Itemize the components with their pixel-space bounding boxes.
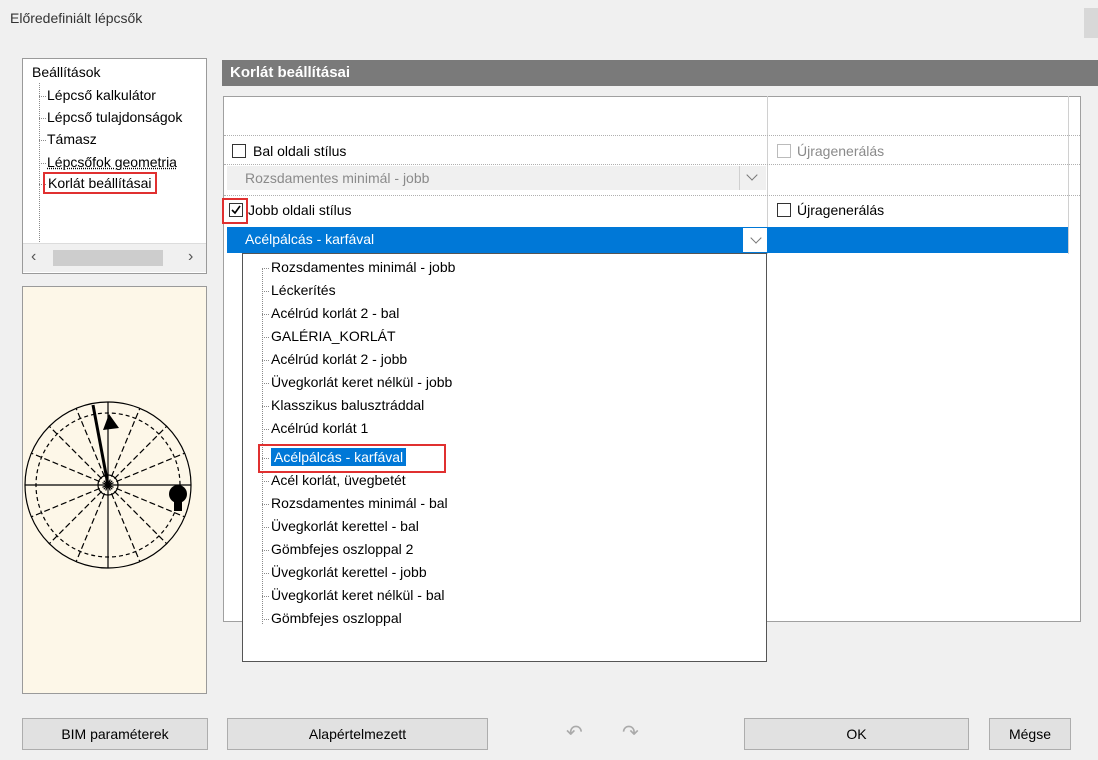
window-title: Előredefiniált lépcsők (10, 10, 143, 26)
dropdown-option[interactable]: Acélrúd korlát 1 (262, 420, 368, 443)
tree-item-railing-settings[interactable]: Korlát beállításai (39, 172, 157, 195)
scroll-left-icon[interactable]: ‹ (31, 248, 36, 266)
column-separator-right (1068, 96, 1069, 254)
option-label: Léckerítés (271, 282, 336, 298)
section-header: Korlát beállításai (222, 60, 1098, 86)
dropdown-option[interactable]: GALÉRIA_KORLÁT (262, 328, 396, 351)
dropdown-option[interactable]: Acélrúd korlát 2 - bal (262, 305, 399, 328)
dropdown-option[interactable]: Acél korlát, üvegbetét (262, 472, 406, 495)
tree-item-stair-properties[interactable]: Lépcső tulajdonságok (39, 109, 182, 129)
option-label: Rozsdamentes minimál - jobb (271, 259, 456, 275)
header-separator (224, 135, 1080, 136)
row-separator (224, 195, 1080, 196)
tree-item-label: Lépcső kalkulátor (47, 87, 156, 103)
redo-icon[interactable]: ↷ (622, 720, 639, 745)
left-regen-label: Újragenerálás (797, 143, 885, 159)
chevron-down-icon (746, 169, 758, 181)
dropdown-option[interactable]: Léckerítés (262, 282, 336, 305)
tree-item-stair-calculator[interactable]: Lépcső kalkulátor (39, 87, 156, 107)
option-label: Acélrúd korlát 2 - bal (271, 305, 400, 321)
tree-horizontal-scrollbar[interactable]: ‹ › (23, 243, 206, 272)
left-regen-checkbox[interactable] (777, 144, 791, 158)
undo-icon[interactable]: ↶ (566, 720, 583, 745)
left-style-combo[interactable]: Rozsdamentes minimál - jobb (227, 166, 766, 190)
dropdown-option-selected[interactable]: Acélpálcás - karfával (262, 448, 407, 472)
left-combo-button[interactable] (739, 166, 766, 190)
tree-item-step-geometry[interactable]: Lépcsőfok geometria (39, 154, 177, 174)
dropdown-option[interactable]: Üvegkorlát kerettel - jobb (262, 564, 427, 587)
option-label: Rozsdamentes minimál - bal (271, 495, 448, 511)
dropdown-option[interactable]: Klasszikus balusztráddal (262, 397, 424, 420)
option-label: Gömbfejes oszloppal (271, 610, 402, 626)
right-style-value: Acélpálcás - karfával (245, 231, 375, 247)
option-label: Üvegkorlát kerettel - jobb (271, 564, 427, 580)
cancel-button[interactable]: Mégse (989, 718, 1071, 750)
title-bar-edge (1084, 8, 1098, 38)
dropdown-option[interactable]: Üvegkorlát keret nélkül - jobb (262, 374, 452, 397)
left-style-checkbox[interactable] (232, 144, 246, 158)
scroll-thumb[interactable] (53, 250, 163, 266)
left-style-label: Bal oldali stílus (253, 143, 347, 159)
dropdown-option[interactable]: Rozsdamentes minimál - jobb (262, 259, 455, 282)
dropdown-option[interactable]: Üvegkorlát keret nélkül - bal (262, 587, 445, 610)
option-label: Acél korlát, üvegbetét (271, 472, 406, 488)
dropdown-option[interactable]: Acélrúd korlát 2 - jobb (262, 351, 407, 374)
chevron-down-icon (750, 232, 762, 244)
scroll-right-icon[interactable]: › (188, 248, 193, 266)
right-style-combo[interactable]: Acélpálcás - karfával (227, 227, 768, 253)
tree-item-label: Támasz (47, 131, 97, 147)
check-icon (231, 205, 241, 215)
dropdown-option[interactable]: Gömbfejes oszloppal (262, 610, 402, 633)
right-style-label: Jobb oldali stílus (248, 202, 352, 218)
right-style-checkbox[interactable] (229, 203, 243, 217)
option-label: Klasszikus balusztráddal (271, 397, 425, 413)
option-label: Gömbfejes oszloppal 2 (271, 541, 414, 557)
tree-item-label: Lépcsőfok geometria (47, 154, 177, 170)
right-regen-label: Újragenerálás (797, 202, 885, 218)
tree-item-label: Lépcső tulajdonságok (47, 109, 183, 125)
option-label: Acélpálcás - karfával (271, 448, 407, 466)
stair-preview (22, 286, 207, 694)
spiral-stair-diagram (24, 401, 192, 569)
dropdown-option[interactable]: Üvegkorlát kerettel - bal (262, 518, 419, 541)
option-label: Üvegkorlát keret nélkül - bal (271, 587, 445, 603)
right-regen-checkbox[interactable] (777, 203, 791, 217)
option-label: Acélrúd korlát 1 (271, 420, 369, 436)
option-label: GALÉRIA_KORLÁT (271, 328, 396, 344)
right-combo-button[interactable] (742, 227, 768, 253)
default-button[interactable]: Alapértelmezett (227, 718, 488, 750)
tree-item-label-selected: Korlát beállításai (43, 172, 157, 194)
row-separator (224, 164, 1080, 165)
tree-root-settings[interactable]: Beállítások (32, 64, 100, 80)
option-label: Üvegkorlát kerettel - bal (271, 518, 419, 534)
dropdown-option[interactable]: Gömbfejes oszloppal 2 (262, 541, 413, 564)
ok-button[interactable]: OK (744, 718, 969, 750)
dropdown-option[interactable]: Rozsdamentes minimál - bal (262, 495, 448, 518)
left-style-value: Rozsdamentes minimál - jobb (245, 170, 430, 186)
settings-tree: Beállítások Lépcső kalkulátor Lépcső tul… (22, 58, 207, 274)
option-label: Üvegkorlát keret nélkül - jobb (271, 374, 453, 390)
tree-item-support[interactable]: Támasz (39, 131, 97, 151)
bim-parameters-button[interactable]: BIM paraméterek (22, 718, 208, 750)
option-label: Acélrúd korlát 2 - jobb (271, 351, 408, 367)
